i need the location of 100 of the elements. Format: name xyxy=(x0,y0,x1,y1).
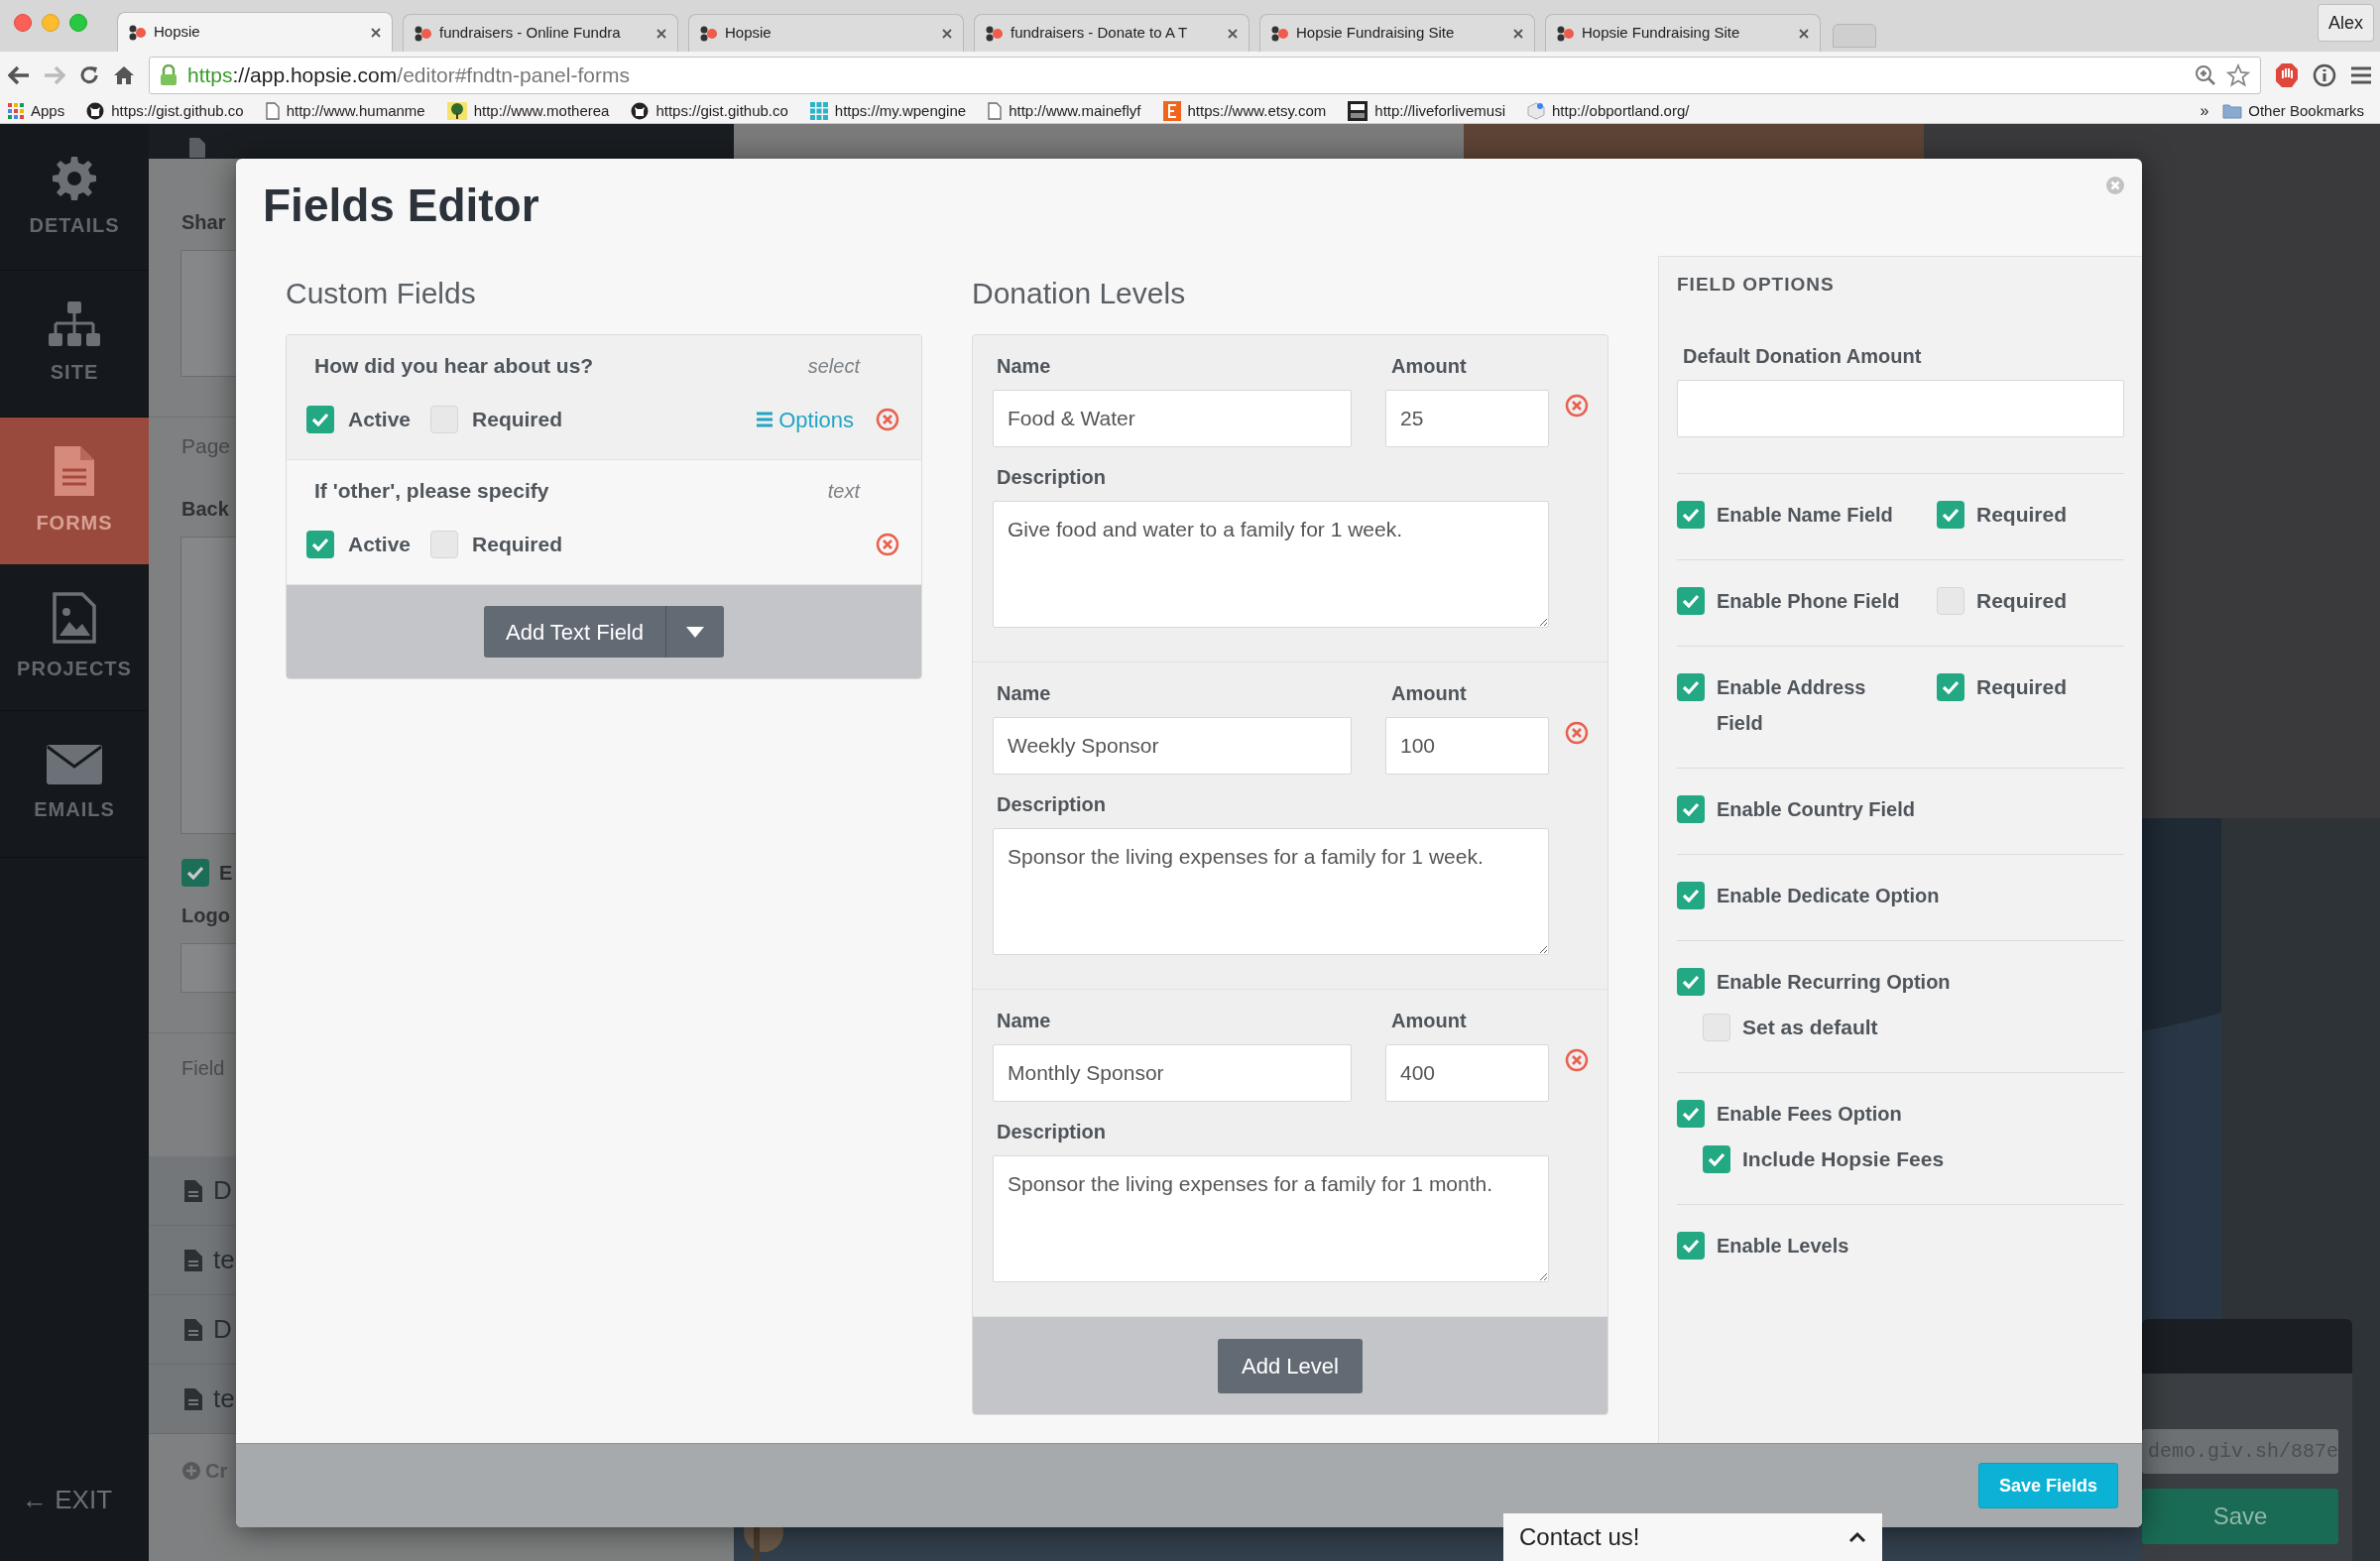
check-icon xyxy=(1682,680,1700,694)
input-field[interactable]: Monthly Sponsor xyxy=(993,1044,1352,1102)
input-field[interactable]: 100 xyxy=(1385,717,1549,775)
browser-tab[interactable]: Hopsie xyxy=(688,14,964,52)
add-text-field-button[interactable]: Add Text Field xyxy=(484,606,666,658)
page-icon xyxy=(265,102,280,120)
remove-icon[interactable] xyxy=(1565,1048,1589,1072)
text-area[interactable]: Give food and water to a family for 1 week. xyxy=(993,501,1549,628)
checkbox[interactable] xyxy=(181,859,209,887)
list-icon xyxy=(757,412,774,427)
remove-icon[interactable] xyxy=(876,533,899,556)
bookmark[interactable]: https://gist.github.co xyxy=(631,99,788,123)
input-field[interactable]: Weekly Sponsor xyxy=(993,717,1352,775)
bookmark[interactable]: http://obportland.org/ xyxy=(1527,99,1690,123)
close-icon[interactable] xyxy=(941,27,953,40)
field-type: text xyxy=(827,479,860,504)
dropdown-button[interactable] xyxy=(666,606,724,658)
address-bar[interactable]: https://app.hopsie.com/editor#fndtn-panel-forms xyxy=(149,57,2261,94)
check-icon xyxy=(1682,975,1700,989)
checkbox[interactable] xyxy=(1677,968,1705,996)
browser-tab[interactable]: fundraisers - Online Fundra xyxy=(403,14,678,52)
maximize-window-button[interactable] xyxy=(69,14,87,32)
input-field[interactable]: Food & Water xyxy=(993,390,1352,447)
close-icon[interactable] xyxy=(1227,27,1239,40)
input-field[interactable] xyxy=(180,943,236,993)
checkbox[interactable] xyxy=(1677,587,1705,615)
option-label: Include Hopsie Fees xyxy=(1742,1146,1945,1172)
contact-widget[interactable]: Contact us! xyxy=(1503,1513,1882,1561)
forward-icon[interactable] xyxy=(44,65,65,85)
tab-title: Hopsie xyxy=(725,23,773,44)
exit-link[interactable]: ← EXIT xyxy=(22,1481,112,1519)
bookmark[interactable]: http://www.humanme xyxy=(265,99,425,123)
option-label: Enable Name Field xyxy=(1717,503,1894,528)
checkbox[interactable] xyxy=(1677,1100,1705,1128)
add-level-button[interactable]: Add Level xyxy=(1218,1338,1363,1393)
profile-button[interactable]: Alex xyxy=(2318,4,2374,42)
checkbox[interactable] xyxy=(1937,673,1964,701)
bookmark[interactable]: https://my.wpengine xyxy=(809,99,967,123)
bookmark[interactable]: https://gist.github.co xyxy=(86,99,244,123)
check-icon xyxy=(1682,1239,1700,1253)
text-area[interactable] xyxy=(180,250,236,377)
option-label: Enable Dedicate Option xyxy=(1717,884,1940,908)
checkbox[interactable] xyxy=(1677,501,1705,529)
checkbox[interactable] xyxy=(1677,795,1705,823)
home-icon[interactable] xyxy=(113,65,135,85)
close-window-button[interactable] xyxy=(14,14,32,32)
option-label: Enable Levels xyxy=(1717,1234,1849,1259)
browser-tab[interactable]: Hopsie xyxy=(117,12,393,52)
zoom-icon[interactable] xyxy=(2195,64,2216,86)
checkbox[interactable] xyxy=(306,531,334,558)
close-icon[interactable] xyxy=(1512,27,1524,40)
bookmark[interactable]: Apps xyxy=(8,99,65,123)
menu-icon[interactable] xyxy=(2350,65,2372,85)
document-icon xyxy=(53,444,96,498)
remove-icon[interactable] xyxy=(876,408,899,431)
minimize-window-button[interactable] xyxy=(42,14,60,32)
input-field[interactable]: 25 xyxy=(1385,390,1549,447)
browser-tab[interactable]: fundraisers - Donate to A T xyxy=(974,14,1250,52)
checkbox[interactable] xyxy=(1703,1145,1730,1173)
checkbox[interactable] xyxy=(1703,1014,1730,1041)
checkbox[interactable] xyxy=(1937,587,1964,615)
dialog-title: Fields Editor xyxy=(263,179,539,233)
reload-icon[interactable] xyxy=(79,65,99,85)
bookmark[interactable]: http://liveforlivemusi xyxy=(1348,99,1505,123)
close-icon[interactable] xyxy=(1798,27,1810,40)
text-area[interactable] xyxy=(180,537,236,834)
option-label: Required xyxy=(1976,588,2067,614)
bookmark-folder[interactable]: Other Bookmarks xyxy=(2222,99,2364,123)
stop-hand-icon[interactable] xyxy=(2275,62,2299,88)
text-area[interactable]: Sponsor the living expenses for a family for 1 month. xyxy=(993,1155,1549,1282)
close-icon[interactable] xyxy=(655,27,667,40)
folder-icon xyxy=(2222,103,2243,119)
star-icon[interactable] xyxy=(2226,63,2250,87)
text-area[interactable]: Sponsor the living expenses for a family for 1 week. xyxy=(993,828,1549,955)
bookmark[interactable]: http://www.motherea xyxy=(446,99,610,123)
field-label: Amount xyxy=(1390,354,1468,379)
info-icon[interactable] xyxy=(2313,63,2336,87)
browser-tab[interactable]: Hopsie Fundraising Site xyxy=(1545,14,1821,52)
remove-icon[interactable] xyxy=(1565,721,1589,745)
overflow-button[interactable]: » xyxy=(2200,99,2209,123)
checkbox[interactable] xyxy=(1677,1232,1705,1260)
check-icon xyxy=(1682,508,1700,522)
checkbox[interactable] xyxy=(306,406,334,433)
checkbox[interactable] xyxy=(1677,882,1705,909)
check-icon xyxy=(1682,802,1700,816)
bookmark[interactable]: http://www.maineflyf xyxy=(988,99,1141,123)
checkbox-label: Active xyxy=(348,407,412,433)
checkbox[interactable] xyxy=(430,531,459,558)
checkbox[interactable] xyxy=(430,406,459,433)
check-icon xyxy=(1942,680,1960,694)
envelope-icon xyxy=(47,744,102,784)
checkbox[interactable] xyxy=(1937,501,1964,529)
back-icon[interactable] xyxy=(8,65,30,85)
browser-tab[interactable]: Hopsie Fundraising Site xyxy=(1259,14,1535,52)
checkbox[interactable] xyxy=(1677,673,1705,701)
close-icon[interactable] xyxy=(370,26,382,39)
bookmark[interactable]: https://www.etsy.com xyxy=(1162,99,1327,123)
input-field[interactable]: 400 xyxy=(1385,1044,1549,1102)
remove-icon[interactable] xyxy=(1565,394,1589,418)
url-text: https://app.hopsie.com/editor#fndtn-panel-forms xyxy=(187,62,630,89)
